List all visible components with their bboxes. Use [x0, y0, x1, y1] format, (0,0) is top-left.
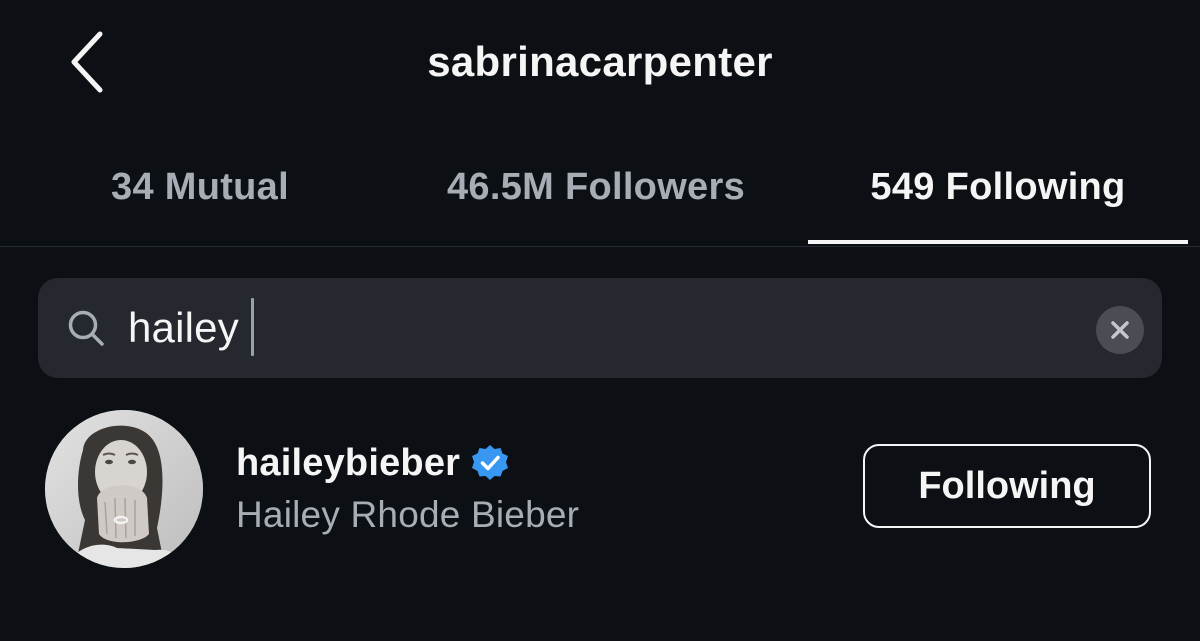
tab-bar: 34 Mutual 46.5M Followers 549 Following — [0, 130, 1200, 246]
divider — [0, 246, 1200, 247]
tab-followers[interactable]: 46.5M Followers — [396, 130, 796, 244]
active-tab-indicator — [808, 240, 1188, 244]
top-bar: sabrinacarpenter — [0, 0, 1200, 130]
text-cursor — [251, 298, 254, 356]
username: haileybieber — [236, 441, 461, 484]
tab-following[interactable]: 549 Following — [808, 130, 1188, 244]
clear-search-button[interactable] — [1096, 306, 1144, 354]
profile-photo — [45, 410, 203, 568]
following-button[interactable]: Following — [863, 444, 1151, 528]
page-title: sabrinacarpenter — [427, 38, 773, 85]
full-name: Hailey Rhode Bieber — [236, 494, 580, 535]
avatar[interactable] — [45, 410, 203, 568]
username-line: haileybieber — [236, 438, 510, 488]
tab-mutual[interactable]: 34 Mutual — [0, 130, 400, 244]
close-icon — [1111, 321, 1129, 339]
list-item[interactable]: haileybieber Hailey Rhode Bieber Followi… — [0, 400, 1200, 580]
search-input[interactable]: hailey — [128, 296, 239, 360]
verified-badge-icon — [472, 445, 509, 480]
search-icon — [68, 310, 104, 346]
